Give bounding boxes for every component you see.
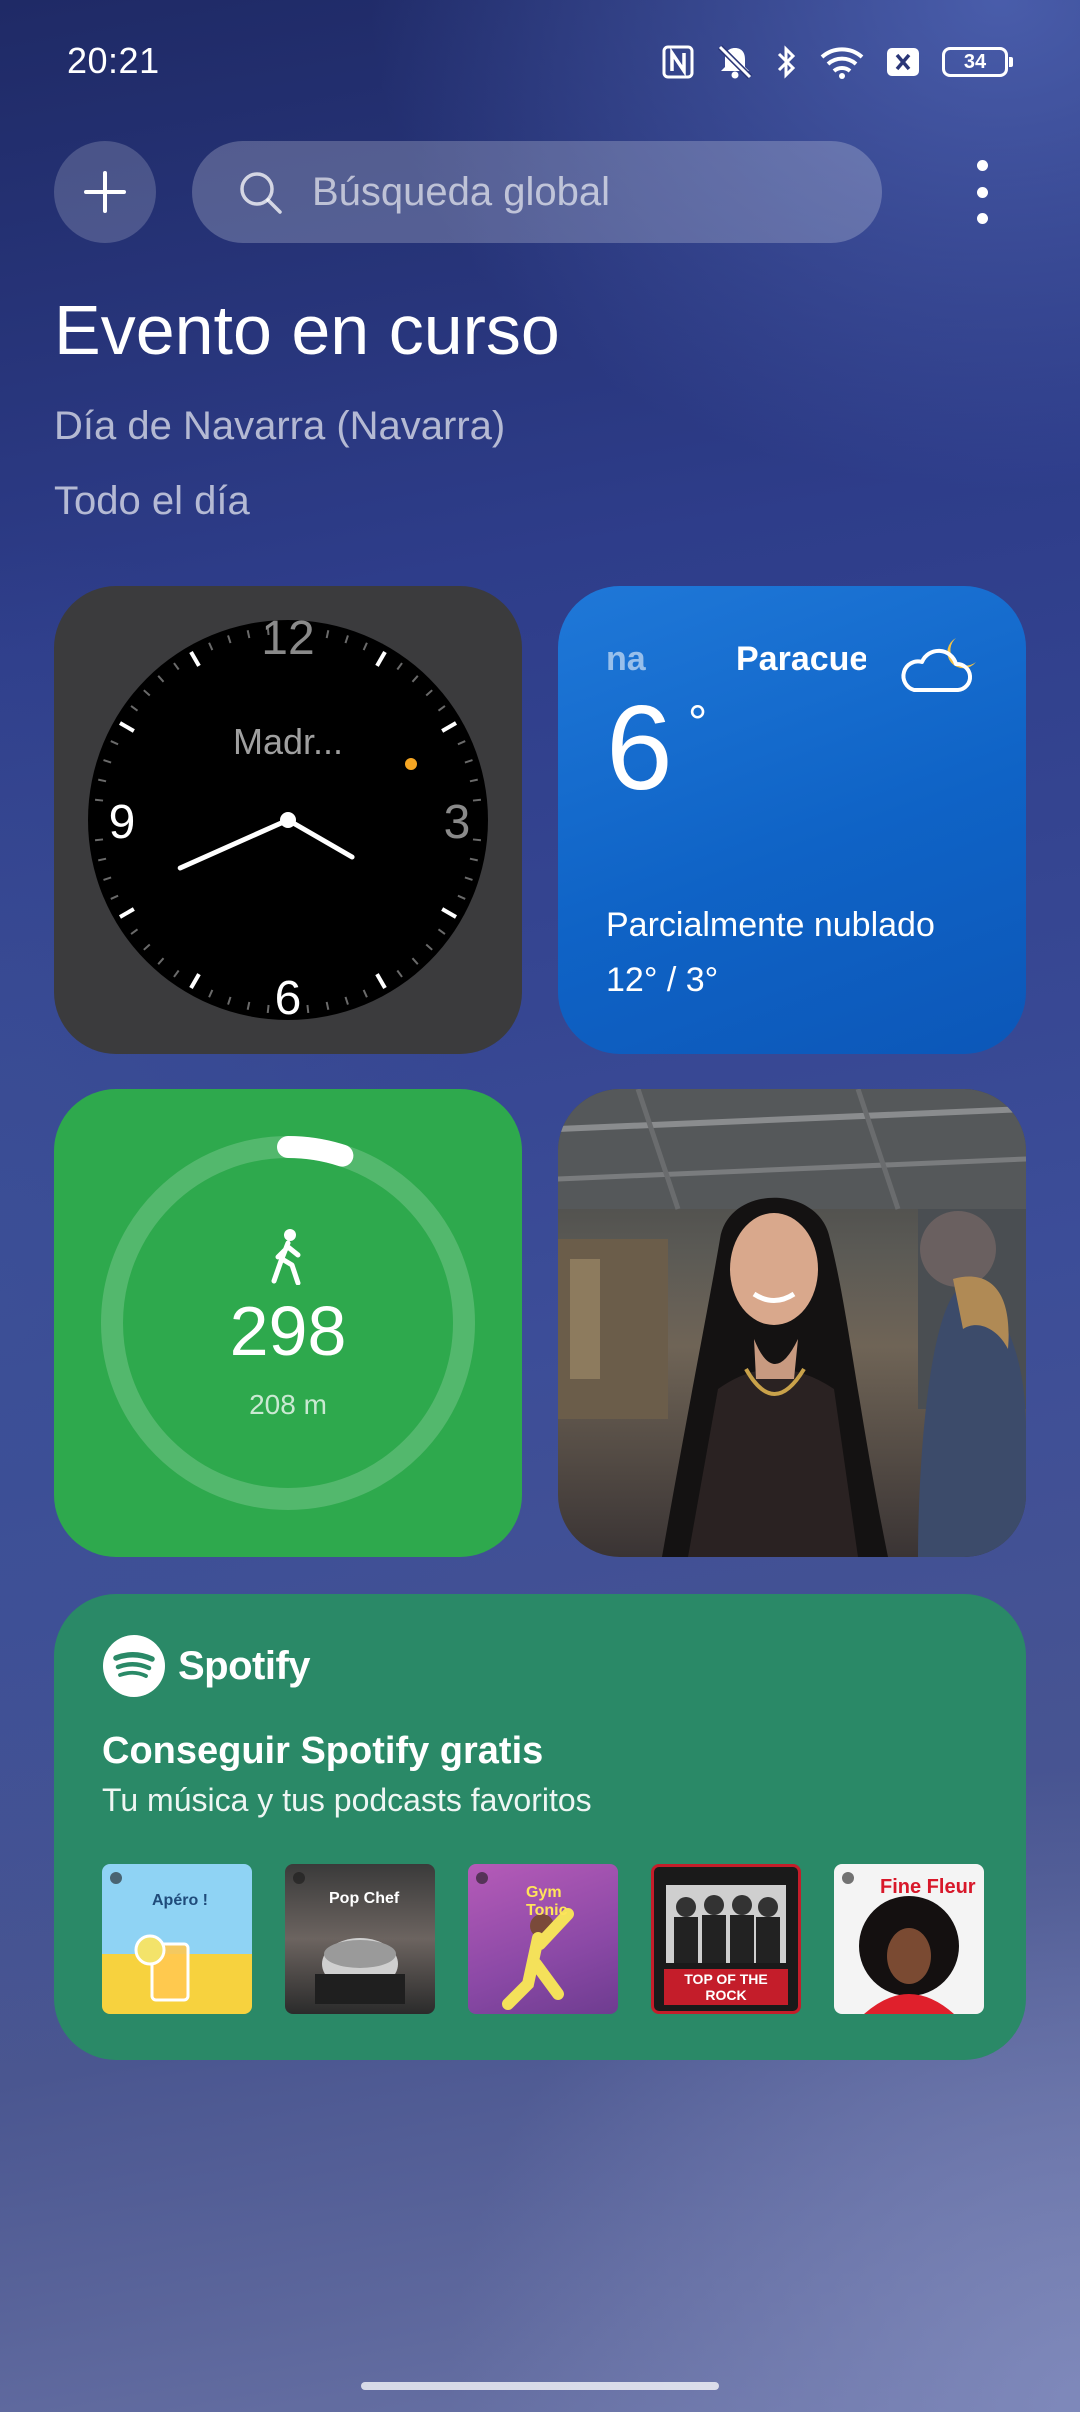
event-title[interactable]: Evento en curso (54, 290, 560, 370)
pot-icon (315, 1938, 405, 2004)
clock-number-3: 3 (444, 796, 471, 849)
clock-number-6: 6 (275, 972, 302, 1025)
spotify-mini-icon (110, 1872, 122, 1884)
clock-tick (472, 838, 482, 842)
playlist-cover[interactable]: Fine Fleur (834, 1864, 984, 2014)
search-icon (240, 172, 282, 214)
weather-widget[interactable]: na Paracuel 6 ° Parcialmente nublado 12°… (558, 586, 1026, 1054)
glass-icon (134, 1934, 190, 2002)
more-options-button[interactable] (960, 160, 1004, 224)
spotify-icon (103, 1635, 165, 1697)
walking-icon (271, 1229, 301, 1285)
steps-progress-arc (277, 1136, 354, 1167)
clock-center-pin (280, 812, 296, 828)
weather-description: Parcialmente nublado (606, 906, 935, 944)
playlist-cover[interactable]: Gym Tonic (468, 1864, 618, 2014)
event-time[interactable]: Todo el día (54, 479, 250, 524)
spotify-widget[interactable]: Spotify Conseguir Spotify gratis Tu músi… (54, 1594, 1026, 2060)
mute-bell-icon (717, 44, 753, 80)
spotify-logo: Spotify (102, 1634, 311, 1698)
clock-tick (472, 798, 482, 802)
spotify-subtitle: Tu música y tus podcasts favoritos (102, 1782, 592, 1818)
spotify-brand: Spotify (178, 1643, 311, 1688)
playlist-cover-label: Apéro ! (152, 1892, 208, 1909)
status-icons: 34 (662, 38, 1013, 86)
spotify-playlist-covers: Apéro ! Pop Chef Gym Tonic TOP OF THE RO… (102, 1864, 984, 2014)
steps-distance: 208 m (249, 1389, 327, 1420)
clock-tick (94, 838, 104, 842)
nfc-icon (662, 45, 694, 79)
gym-figure (502, 1908, 574, 2010)
bluetooth-icon (777, 45, 796, 79)
clock-number-9: 9 (109, 796, 136, 849)
clock-face: 12 3 6 9 Madr... (88, 612, 488, 1025)
playlist-cover-label: Pop Chef (329, 1890, 400, 1907)
partly-cloudy-night-icon (901, 638, 976, 692)
weather-temperature: 6 (606, 681, 673, 815)
plus-icon (84, 171, 126, 213)
weather-location-previous: na (606, 640, 646, 678)
global-search-bar[interactable]: Búsqueda global (192, 141, 882, 243)
clock-tick (306, 1004, 310, 1014)
clock-tick (266, 1004, 270, 1014)
artist-photo (859, 1896, 959, 2014)
playlist-cover-label: TOP OF THE ROCK (664, 1969, 788, 2005)
photo-portrait (558, 1089, 1026, 1557)
photo-widget[interactable] (558, 1089, 1026, 1557)
spotify-mini-icon (476, 1872, 488, 1884)
spotify-mini-icon (293, 1872, 305, 1884)
clock-city: Madr... (233, 721, 343, 762)
band-photo (666, 1885, 786, 1963)
steps-widget[interactable]: 298 208 m (54, 1089, 522, 1557)
event-name[interactable]: Día de Navarra (Navarra) (54, 404, 505, 449)
more-dot-icon (976, 186, 988, 198)
battery-indicator: 34 (942, 47, 1013, 77)
status-time: 20:21 (67, 40, 160, 81)
home-indicator[interactable] (361, 2382, 719, 2390)
steps-count: 298 (229, 1292, 347, 1370)
weather-degree-symbol: ° (688, 697, 708, 750)
playlist-cover[interactable]: Apéro ! (102, 1864, 252, 2014)
sim-no-signal-icon (887, 48, 919, 76)
wifi-icon (820, 47, 864, 79)
spotify-title[interactable]: Conseguir Spotify gratis (102, 1730, 543, 1773)
playlist-cover[interactable]: Pop Chef (285, 1864, 435, 2014)
weather-location: Paracuel (736, 640, 866, 678)
clock-widget[interactable]: 12 3 6 9 Madr... (54, 586, 522, 1054)
add-widget-button[interactable] (54, 141, 156, 243)
playlist-cover-label: Gym Tonic (526, 1884, 568, 1919)
weather-range: 12° / 3° (606, 961, 719, 999)
clock-tick (94, 798, 104, 802)
playlist-cover-label: Fine Fleur (880, 1876, 976, 1898)
more-dot-icon (976, 213, 988, 224)
more-dot-icon (976, 160, 988, 171)
playlist-cover[interactable]: TOP OF THE ROCK (651, 1864, 801, 2014)
search-placeholder: Búsqueda global (312, 169, 611, 214)
clock-number-12: 12 (261, 612, 314, 665)
spotify-mini-icon (842, 1872, 854, 1884)
clock-accent-dot (405, 758, 417, 770)
